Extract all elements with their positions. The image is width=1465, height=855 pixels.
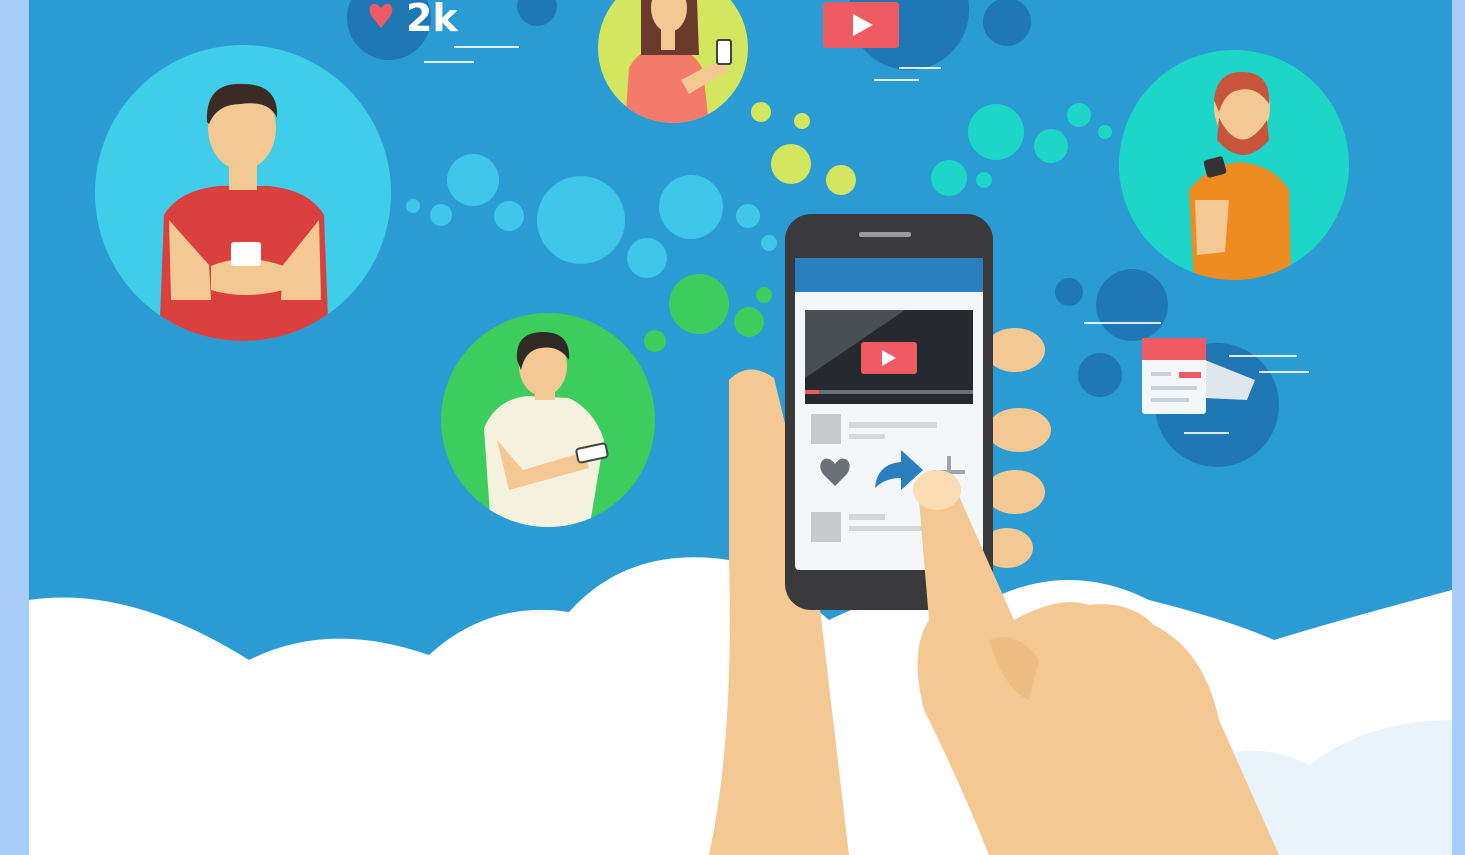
- likes-count: 2k: [406, 0, 458, 40]
- person-white-shirt: [441, 313, 655, 527]
- social-media-illustration: 2k: [29, 0, 1452, 855]
- bubble-trail-yellow: [751, 102, 856, 195]
- play-icon: [823, 2, 899, 48]
- bubble-trail-teal: [931, 103, 1112, 196]
- bubble-trail-green: [644, 274, 772, 352]
- person-orange-shirt: [1119, 50, 1349, 280]
- bubble-trail-blue: [406, 154, 777, 278]
- person-red-shirt: [95, 45, 391, 341]
- illustration-canvas: [29, 0, 1452, 855]
- person-pink-top: [598, 0, 748, 123]
